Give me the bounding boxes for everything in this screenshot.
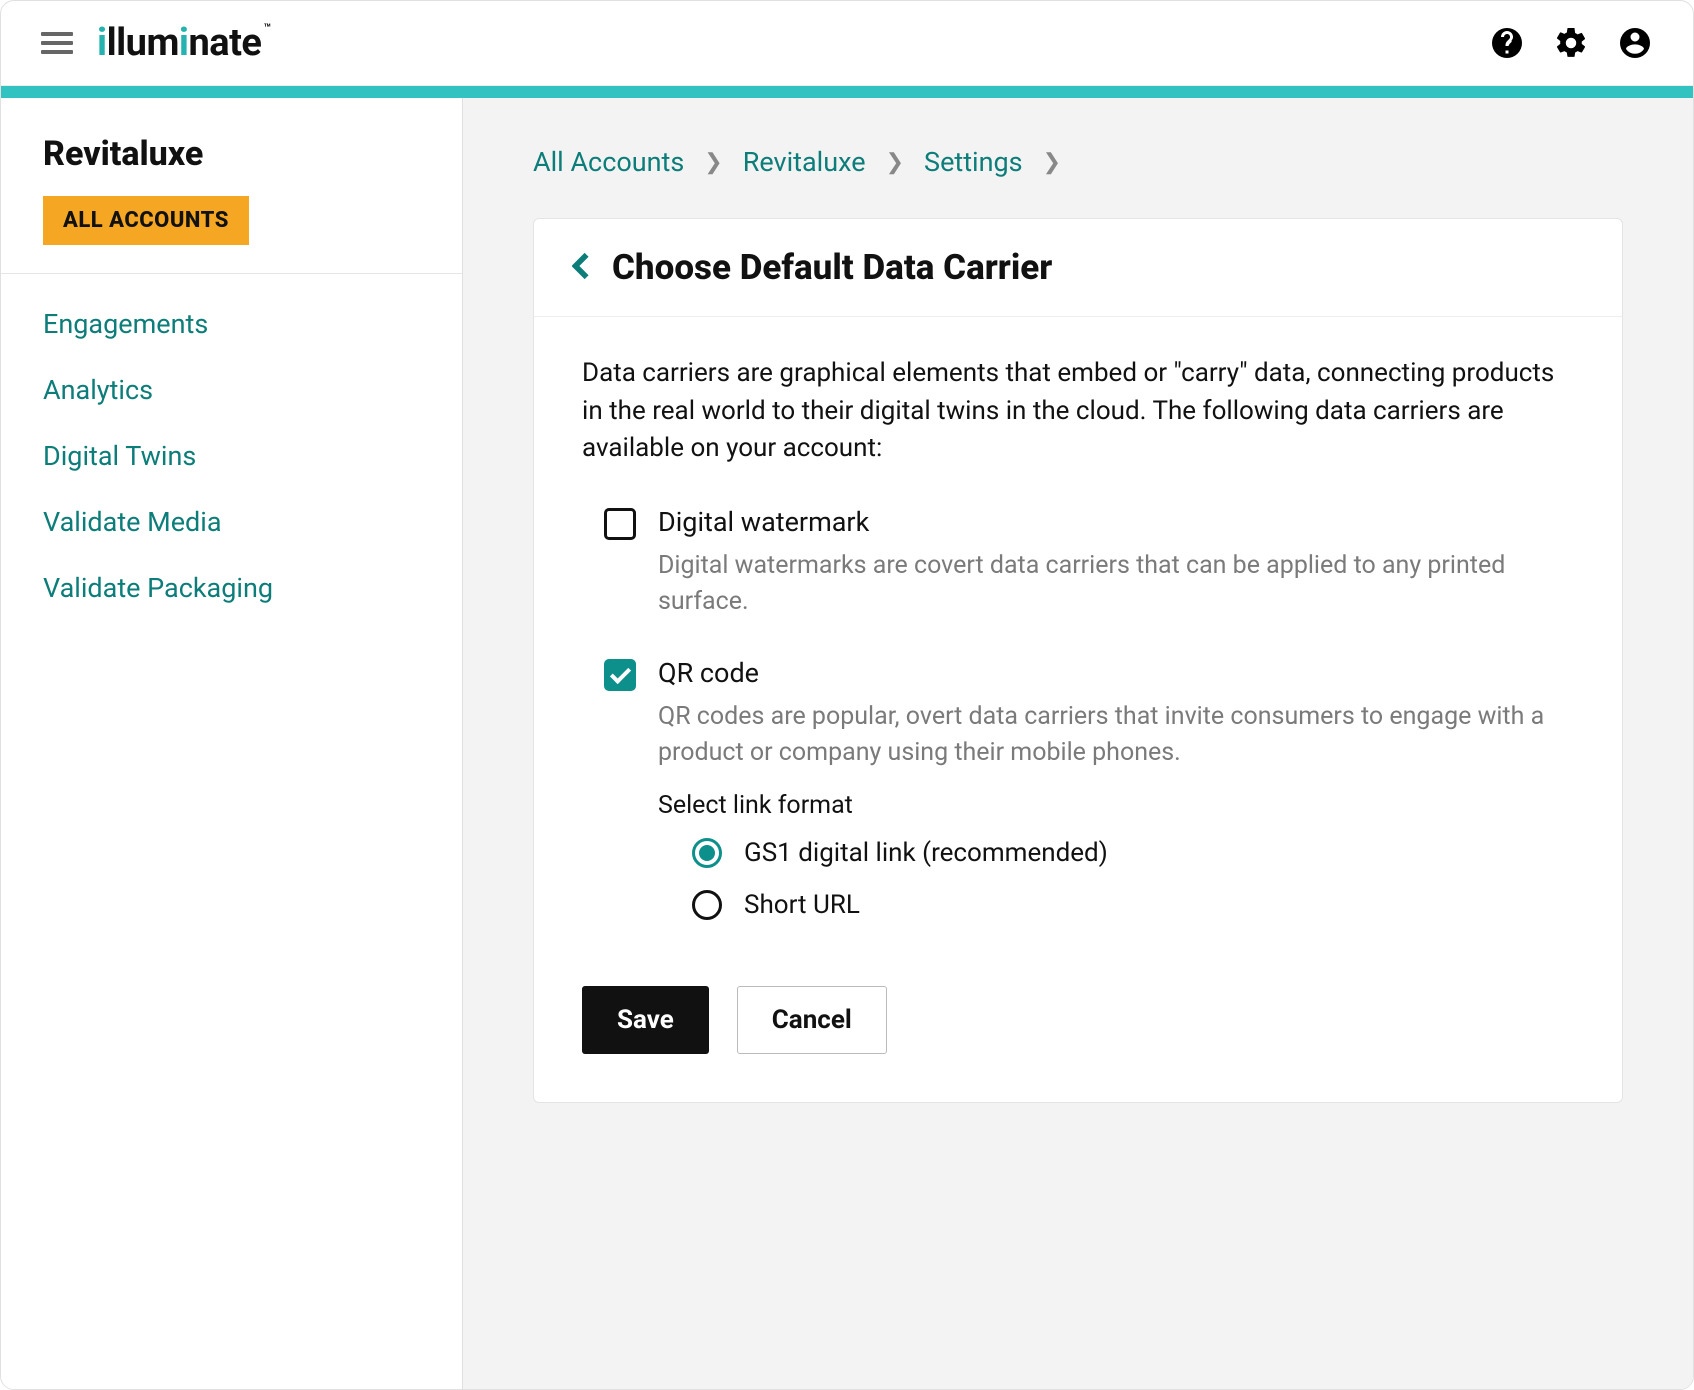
radio-icon (692, 890, 722, 920)
sidebar-nav: Engagements Analytics Digital Twins Vali… (1, 308, 462, 604)
card-header: Choose Default Data Carrier (534, 219, 1622, 317)
chevron-right-icon: ❯ (1043, 150, 1061, 175)
sidebar-item-validate-media[interactable]: Validate Media (43, 506, 222, 538)
app-body: Revitaluxe ALL ACCOUNTS Engagements Anal… (1, 98, 1693, 1389)
card-title: Choose Default Data Carrier (612, 247, 1052, 288)
settings-card: Choose Default Data Carrier Data carrier… (533, 218, 1623, 1103)
account-icon[interactable] (1617, 25, 1653, 61)
card-actions: Save Cancel (582, 986, 1574, 1054)
main-content: All Accounts ❯ Revitaluxe ❯ Settings ❯ C… (463, 98, 1693, 1389)
link-format-label: Select link format (658, 791, 1574, 820)
breadcrumb: All Accounts ❯ Revitaluxe ❯ Settings ❯ (533, 146, 1623, 178)
brand-logo: illuminate™ (97, 21, 271, 65)
chevron-right-icon: ❯ (886, 150, 904, 175)
option-desc: QR codes are popular, overt data carrier… (658, 699, 1574, 772)
cancel-button[interactable]: Cancel (737, 986, 887, 1054)
gear-icon[interactable] (1553, 25, 1589, 61)
app-header: illuminate™ (1, 1, 1693, 86)
sidebar-item-engagements[interactable]: Engagements (43, 308, 208, 340)
sidebar-divider (1, 273, 462, 274)
option-desc: Digital watermarks are covert data carri… (658, 548, 1574, 621)
accent-strip (1, 86, 1693, 98)
back-icon[interactable] (572, 252, 590, 284)
breadcrumb-settings[interactable]: Settings (924, 146, 1023, 178)
card-body: Data carriers are graphical elements tha… (534, 317, 1622, 1102)
radio-label: GS1 digital link (recommended) (744, 838, 1108, 868)
checkbox-qr-code[interactable] (604, 659, 636, 691)
radio-short-url[interactable]: Short URL (692, 890, 1574, 920)
sidebar-item-analytics[interactable]: Analytics (43, 374, 153, 406)
radio-icon (692, 838, 722, 868)
option-label: QR code (658, 657, 1574, 689)
header-icons (1489, 25, 1653, 61)
app-frame: illuminate™ Revitaluxe ALL ACCOUNTS Enga… (0, 0, 1694, 1390)
chevron-right-icon: ❯ (704, 150, 722, 175)
save-button[interactable]: Save (582, 986, 709, 1054)
breadcrumb-all-accounts[interactable]: All Accounts (533, 146, 684, 178)
sidebar: Revitaluxe ALL ACCOUNTS Engagements Anal… (1, 98, 463, 1389)
help-icon[interactable] (1489, 25, 1525, 61)
breadcrumb-account[interactable]: Revitaluxe (743, 146, 866, 178)
option-qr-code: QR code QR codes are popular, overt data… (582, 649, 1574, 951)
all-accounts-button[interactable]: ALL ACCOUNTS (43, 196, 249, 245)
checkbox-digital-watermark[interactable] (604, 508, 636, 540)
sidebar-item-validate-packaging[interactable]: Validate Packaging (43, 572, 273, 604)
sidebar-item-digital-twins[interactable]: Digital Twins (43, 440, 196, 472)
option-digital-watermark: Digital watermark Digital watermarks are… (582, 498, 1574, 649)
option-label: Digital watermark (658, 506, 1574, 538)
radio-label: Short URL (744, 890, 860, 920)
intro-text: Data carriers are graphical elements tha… (582, 355, 1574, 468)
hamburger-menu-icon[interactable] (41, 32, 73, 54)
radio-gs1-link[interactable]: GS1 digital link (recommended) (692, 838, 1574, 868)
account-name: Revitaluxe (1, 134, 462, 196)
